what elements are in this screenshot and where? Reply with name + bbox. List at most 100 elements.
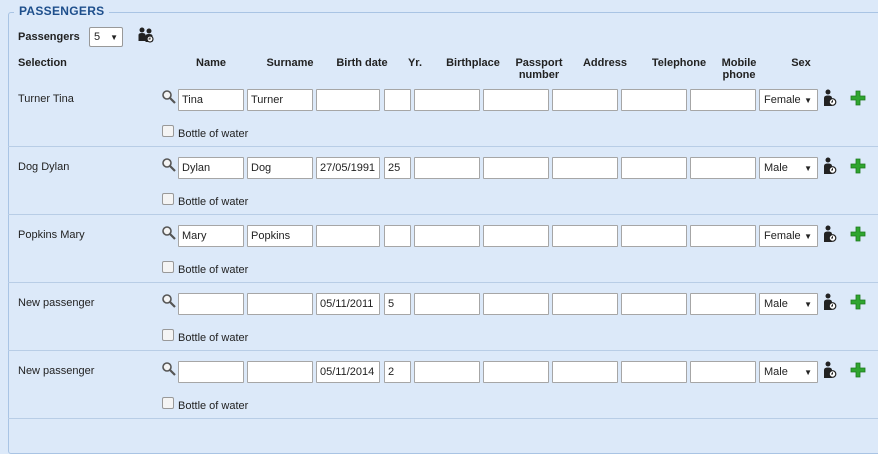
col-name: Name: [196, 57, 226, 69]
col-birthplace: Birthplace: [446, 57, 500, 69]
mobile-input[interactable]: [690, 361, 756, 383]
chevron-down-icon: ▼: [804, 96, 812, 105]
address-input[interactable]: [552, 293, 618, 315]
bottle-checkbox[interactable]: [162, 329, 174, 341]
chevron-down-icon: ▼: [804, 164, 812, 173]
person-icon[interactable]: [823, 157, 837, 175]
row-divider: [8, 418, 878, 419]
bottle-checkbox[interactable]: [162, 193, 174, 205]
row-divider: [8, 350, 878, 351]
sex-select[interactable]: Male ▼: [759, 293, 818, 315]
address-input[interactable]: [552, 157, 618, 179]
col-telephone: Telephone: [651, 57, 707, 69]
passport-input[interactable]: [483, 157, 549, 179]
yr-input[interactable]: [384, 157, 411, 179]
telephone-input[interactable]: [621, 157, 687, 179]
bottle-label: Bottle of water: [178, 332, 249, 344]
telephone-input[interactable]: [621, 225, 687, 247]
magnifier-icon[interactable]: [161, 361, 177, 377]
sex-value: Female: [764, 94, 801, 106]
yr-input[interactable]: [384, 361, 411, 383]
sex-select[interactable]: Male ▼: [759, 157, 818, 179]
surname-input[interactable]: [247, 157, 313, 179]
col-birth-date: Birth date: [336, 57, 388, 69]
yr-input[interactable]: [384, 225, 411, 247]
name-input[interactable]: [178, 157, 244, 179]
sex-select[interactable]: Male ▼: [759, 361, 818, 383]
chevron-down-icon: ▼: [804, 300, 812, 309]
plus-icon[interactable]: [850, 90, 866, 106]
passport-input[interactable]: [483, 225, 549, 247]
group-icon[interactable]: [137, 26, 155, 44]
mobile-input[interactable]: [690, 225, 756, 247]
plus-icon[interactable]: [850, 294, 866, 310]
magnifier-icon[interactable]: [161, 89, 177, 105]
bottle-label: Bottle of water: [178, 264, 249, 276]
section-title: PASSENGERS: [14, 4, 110, 18]
birth-date-input[interactable]: [316, 89, 380, 111]
magnifier-icon[interactable]: [161, 293, 177, 309]
surname-input[interactable]: [247, 89, 313, 111]
birth-date-input[interactable]: [316, 157, 380, 179]
birth-date-input[interactable]: [316, 225, 380, 247]
telephone-input[interactable]: [621, 361, 687, 383]
bottle-checkbox[interactable]: [162, 261, 174, 273]
bottle-checkbox[interactable]: [162, 397, 174, 409]
name-input[interactable]: [178, 225, 244, 247]
row-divider: [8, 214, 878, 215]
birth-date-input[interactable]: [316, 361, 380, 383]
bottle-checkbox[interactable]: [162, 125, 174, 137]
person-icon[interactable]: [823, 293, 837, 311]
row-divider: [8, 146, 878, 147]
passport-input[interactable]: [483, 89, 549, 111]
name-input[interactable]: [178, 89, 244, 111]
person-icon[interactable]: [823, 89, 837, 107]
address-input[interactable]: [552, 361, 618, 383]
plus-icon[interactable]: [850, 158, 866, 174]
chevron-down-icon: ▼: [804, 368, 812, 377]
passport-input[interactable]: [483, 361, 549, 383]
magnifier-icon[interactable]: [161, 157, 177, 173]
mobile-input[interactable]: [690, 293, 756, 315]
passengers-count-value: 5: [94, 31, 101, 43]
surname-input[interactable]: [247, 361, 313, 383]
telephone-input[interactable]: [621, 89, 687, 111]
col-sex: Sex: [791, 57, 811, 69]
passenger-label: New passenger: [18, 297, 95, 309]
birthplace-input[interactable]: [414, 89, 480, 111]
birthplace-input[interactable]: [414, 293, 480, 315]
birthplace-input[interactable]: [414, 157, 480, 179]
mobile-input[interactable]: [690, 89, 756, 111]
plus-icon[interactable]: [850, 226, 866, 242]
person-icon[interactable]: [823, 361, 837, 379]
plus-icon[interactable]: [850, 362, 866, 378]
bottle-label: Bottle of water: [178, 196, 249, 208]
chevron-down-icon: ▼: [804, 232, 812, 241]
mobile-input[interactable]: [690, 157, 756, 179]
passport-input[interactable]: [483, 293, 549, 315]
birthplace-input[interactable]: [414, 225, 480, 247]
address-input[interactable]: [552, 89, 618, 111]
yr-input[interactable]: [384, 89, 411, 111]
surname-input[interactable]: [247, 293, 313, 315]
telephone-input[interactable]: [621, 293, 687, 315]
yr-input[interactable]: [384, 293, 411, 315]
bottle-label: Bottle of water: [178, 128, 249, 140]
name-input[interactable]: [178, 293, 244, 315]
row-divider: [8, 282, 878, 283]
passengers-count-select[interactable]: 5 ▼: [89, 27, 123, 47]
col-mobile: Mobile phone: [721, 57, 757, 81]
address-input[interactable]: [552, 225, 618, 247]
sex-value: Male: [764, 162, 788, 174]
col-selection: Selection: [18, 57, 67, 69]
col-address: Address: [582, 57, 628, 69]
birthplace-input[interactable]: [414, 361, 480, 383]
passenger-label: New passenger: [18, 365, 95, 377]
surname-input[interactable]: [247, 225, 313, 247]
magnifier-icon[interactable]: [161, 225, 177, 241]
birth-date-input[interactable]: [316, 293, 380, 315]
sex-select[interactable]: Female ▼: [759, 225, 818, 247]
person-icon[interactable]: [823, 225, 837, 243]
name-input[interactable]: [178, 361, 244, 383]
sex-select[interactable]: Female ▼: [759, 89, 818, 111]
